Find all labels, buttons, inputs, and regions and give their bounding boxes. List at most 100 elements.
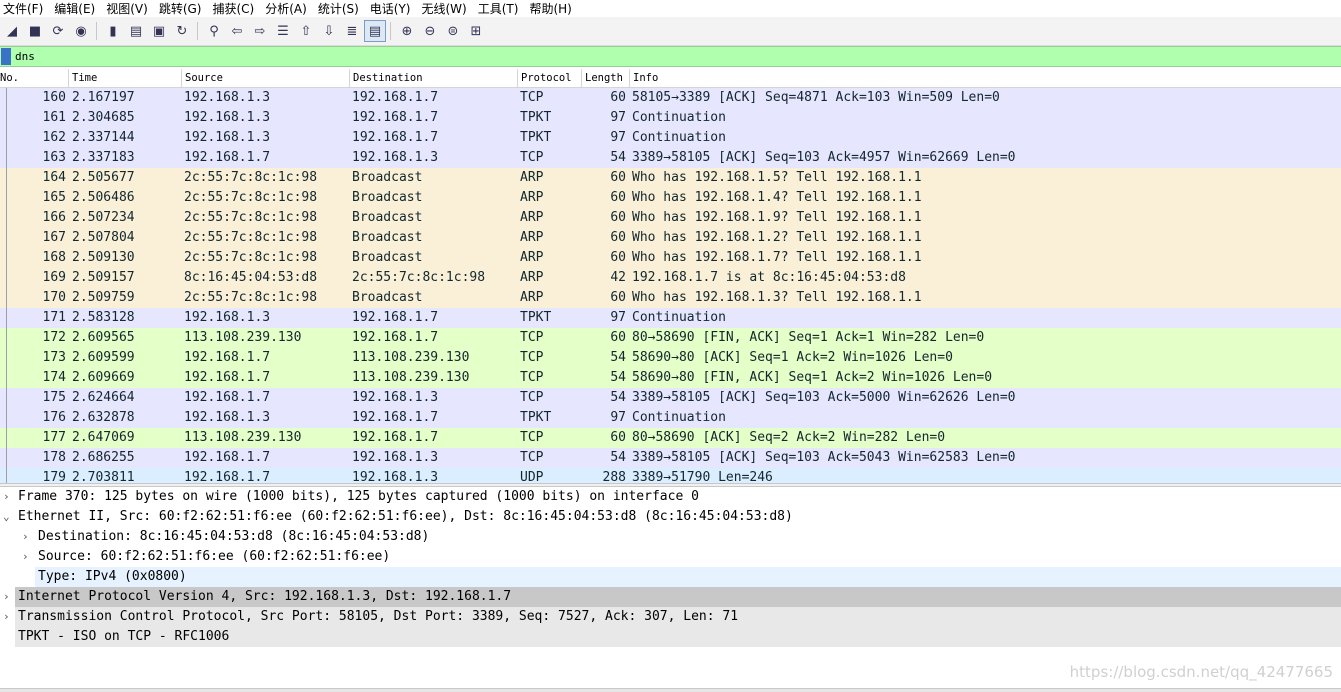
packet-row[interactable]: 163 2.337183 192.168.1.7 192.168.1.3 TCP 54 33… <box>0 148 1341 168</box>
stop-icon[interactable]: ■ <box>24 20 46 42</box>
packet-length-cell: 97 <box>610 310 626 325</box>
filter-bookmark-icon[interactable] <box>1 48 11 65</box>
go-back-icon[interactable]: ⇦ <box>226 20 248 42</box>
menu-item-9[interactable]: 工具(T) <box>475 0 527 17</box>
packet-row[interactable]: 175 2.624664 192.168.1.7 192.168.1.3 TCP 54 33… <box>0 388 1341 408</box>
column-destination[interactable]: Destination <box>349 69 517 87</box>
packet-length-cell: 54 <box>610 150 626 165</box>
shark-fin-start-icon[interactable]: ◢ <box>1 20 23 42</box>
detail-text: Frame 370: 125 bytes on wire (1000 bits)… <box>15 487 1341 507</box>
detail-tree-item[interactable]: TPKT - ISO on TCP - RFC1006 <box>0 627 1341 647</box>
go-to-packet-icon[interactable]: ☰ <box>272 20 294 42</box>
packet-no-cell: 161 <box>42 110 66 125</box>
detail-tree-item[interactable]: › Frame 370: 125 bytes on wire (1000 bits… <box>0 487 1341 507</box>
collapsed-arrow-icon[interactable]: › <box>22 547 34 567</box>
packet-row[interactable]: 160 2.167197 192.168.1.3 192.168.1.7 TCP 60 58… <box>0 88 1341 108</box>
packet-row[interactable]: 171 2.583128 192.168.1.3 192.168.1.7 TPKT 97 C… <box>0 308 1341 328</box>
menu-item-0[interactable]: 文件(F) <box>0 0 51 17</box>
column-no[interactable]: No. <box>0 69 68 87</box>
menu-item-6[interactable]: 统计(S) <box>315 0 367 17</box>
detail-tree-item[interactable]: › Source: 60:f2:62:51:f6:ee (60:f2:62:51:… <box>0 547 1341 567</box>
bytes-pane-splitter[interactable] <box>0 688 1341 692</box>
packet-protocol-cell: ARP <box>520 210 544 225</box>
collapsed-arrow-icon <box>22 567 34 587</box>
expanded-arrow-icon[interactable]: ⌄ <box>3 507 15 527</box>
menu-item-3[interactable]: 跳转(G) <box>156 0 210 17</box>
last-packet-icon[interactable]: ⇩ <box>318 20 340 42</box>
packet-destination-cell: 113.108.239.130 <box>352 370 470 385</box>
colorize-icon[interactable]: ▤ <box>364 20 386 42</box>
zoom-out-icon[interactable]: ⊖ <box>419 20 441 42</box>
packet-destination-cell: 192.168.1.7 <box>352 410 439 425</box>
packet-row[interactable]: 168 2.509130 2c:55:7c:8c:1c:98 Broadcast ARP… <box>0 248 1341 268</box>
packet-no-cell: 178 <box>42 450 66 465</box>
restart-icon[interactable]: ⟳ <box>47 20 69 42</box>
packet-row[interactable]: 164 2.505677 2c:55:7c:8c:1c:98 Broadcast ARP… <box>0 168 1341 188</box>
collapsed-arrow-icon[interactable]: › <box>22 527 34 547</box>
find-icon[interactable]: ⚲ <box>203 20 225 42</box>
packet-no-cell: 176 <box>42 410 66 425</box>
resize-columns-icon[interactable]: ⊞ <box>465 20 487 42</box>
detail-tree-item[interactable]: ⌄ Ethernet II, Src: 60:f2:62:51:f6:ee (60… <box>0 507 1341 527</box>
packet-row[interactable]: 178 2.686255 192.168.1.7 192.168.1.3 TCP 54 33… <box>0 448 1341 468</box>
options-gear-icon[interactable]: ◉ <box>70 20 92 42</box>
close-file-icon[interactable]: ▣ <box>148 20 170 42</box>
reload-icon[interactable]: ↻ <box>171 20 193 42</box>
packet-destination-cell: 192.168.1.7 <box>352 430 439 445</box>
autoscroll-icon[interactable]: ≣ <box>341 20 363 42</box>
collapsed-arrow-icon[interactable]: › <box>3 487 15 507</box>
collapsed-arrow-icon[interactable]: › <box>3 607 15 627</box>
packet-row[interactable]: 165 2.506486 2c:55:7c:8c:1c:98 Broadcast ARP… <box>0 188 1341 208</box>
packet-row[interactable]: 173 2.609599 192.168.1.7 113.108.239.130 TCP… <box>0 348 1341 368</box>
packet-no-cell: 169 <box>42 270 66 285</box>
packet-source-cell: 192.168.1.7 <box>184 390 271 405</box>
collapsed-arrow-icon[interactable]: › <box>3 587 15 607</box>
detail-tree-item[interactable]: › Internet Protocol Version 4, Src: 192.1… <box>0 587 1341 607</box>
menu-bar: 文件(F) 编辑(E) 视图(V) 跳转(G) 捕获(C) 分析(A) 统计(S) 电话(Y)… <box>0 0 1341 17</box>
packet-row[interactable]: 172 2.609565 113.108.239.130 192.168.1.7 TCP… <box>0 328 1341 348</box>
go-forward-icon[interactable]: ⇨ <box>249 20 271 42</box>
packet-no-cell: 173 <box>42 350 66 365</box>
packet-time-cell: 2.609599 <box>72 350 135 365</box>
packet-row[interactable]: 179 2.703811 192.168.1.7 192.168.1.3 UDP 288 3… <box>0 468 1341 483</box>
menu-item-1[interactable]: 编辑(E) <box>51 0 103 17</box>
menu-item-5[interactable]: 分析(A) <box>262 0 315 17</box>
packet-row[interactable]: 174 2.609669 192.168.1.7 113.108.239.130 TCP… <box>0 368 1341 388</box>
packet-time-cell: 2.583128 <box>72 310 135 325</box>
detail-tree-item[interactable]: › Transmission Control Protocol, Src Port… <box>0 607 1341 627</box>
detail-tree-item[interactable]: Type: IPv4 (0x0800) <box>0 567 1341 587</box>
packet-row[interactable]: 169 2.509157 8c:16:45:04:53:d8 2c:55:7c:8c:… <box>0 268 1341 288</box>
column-info[interactable]: Info <box>629 69 1341 87</box>
menu-item-7[interactable]: 电话(Y) <box>367 0 419 17</box>
packet-destination-cell: Broadcast <box>352 290 423 305</box>
column-source[interactable]: Source <box>181 69 349 87</box>
packet-row[interactable]: 161 2.304685 192.168.1.3 192.168.1.7 TPKT 97 C… <box>0 108 1341 128</box>
column-protocol[interactable]: Protocol <box>517 69 581 87</box>
save-file-icon[interactable]: ▤ <box>125 20 147 42</box>
menu-item-4[interactable]: 捕获(C) <box>209 0 262 17</box>
packet-row[interactable]: 170 2.509759 2c:55:7c:8c:1c:98 Broadcast ARP… <box>0 288 1341 308</box>
detail-tree-item[interactable]: › Destination: 8c:16:45:04:53:d8 (8c:16:4… <box>0 527 1341 547</box>
packet-row[interactable]: 167 2.507804 2c:55:7c:8c:1c:98 Broadcast ARP… <box>0 228 1341 248</box>
packet-row[interactable]: 162 2.337144 192.168.1.3 192.168.1.7 TPKT 97 C… <box>0 128 1341 148</box>
packet-time-cell: 2.304685 <box>72 110 135 125</box>
packet-row[interactable]: 166 2.507234 2c:55:7c:8c:1c:98 Broadcast ARP… <box>0 208 1341 228</box>
packet-time-cell: 2.167197 <box>72 90 135 105</box>
packet-no-cell: 177 <box>42 430 66 445</box>
detail-text: TPKT - ISO on TCP - RFC1006 <box>15 627 1341 647</box>
open-file-icon[interactable]: ▮ <box>102 20 124 42</box>
first-packet-icon[interactable]: ⇧ <box>295 20 317 42</box>
zoom-in-icon[interactable]: ⊕ <box>396 20 418 42</box>
packet-info-cell: 58690→80 [FIN, ACK] Seq=1 Ack=2 Win=1026… <box>632 370 993 385</box>
zoom-normal-icon[interactable]: ⊜ <box>442 20 464 42</box>
packet-row[interactable]: 176 2.632878 192.168.1.3 192.168.1.7 TPKT 97 C… <box>0 408 1341 428</box>
toolbar-separator <box>96 22 97 40</box>
packet-length-cell: 60 <box>610 90 626 105</box>
display-filter-input[interactable] <box>15 50 1315 63</box>
column-length[interactable]: Length <box>581 69 629 87</box>
column-time[interactable]: Time <box>68 69 181 87</box>
packet-row[interactable]: 177 2.647069 113.108.239.130 192.168.1.7 TCP… <box>0 428 1341 448</box>
menu-item-2[interactable]: 视图(V) <box>103 0 156 17</box>
menu-item-10[interactable]: 帮助(H) <box>526 0 579 17</box>
menu-item-8[interactable]: 无线(W) <box>419 0 475 17</box>
